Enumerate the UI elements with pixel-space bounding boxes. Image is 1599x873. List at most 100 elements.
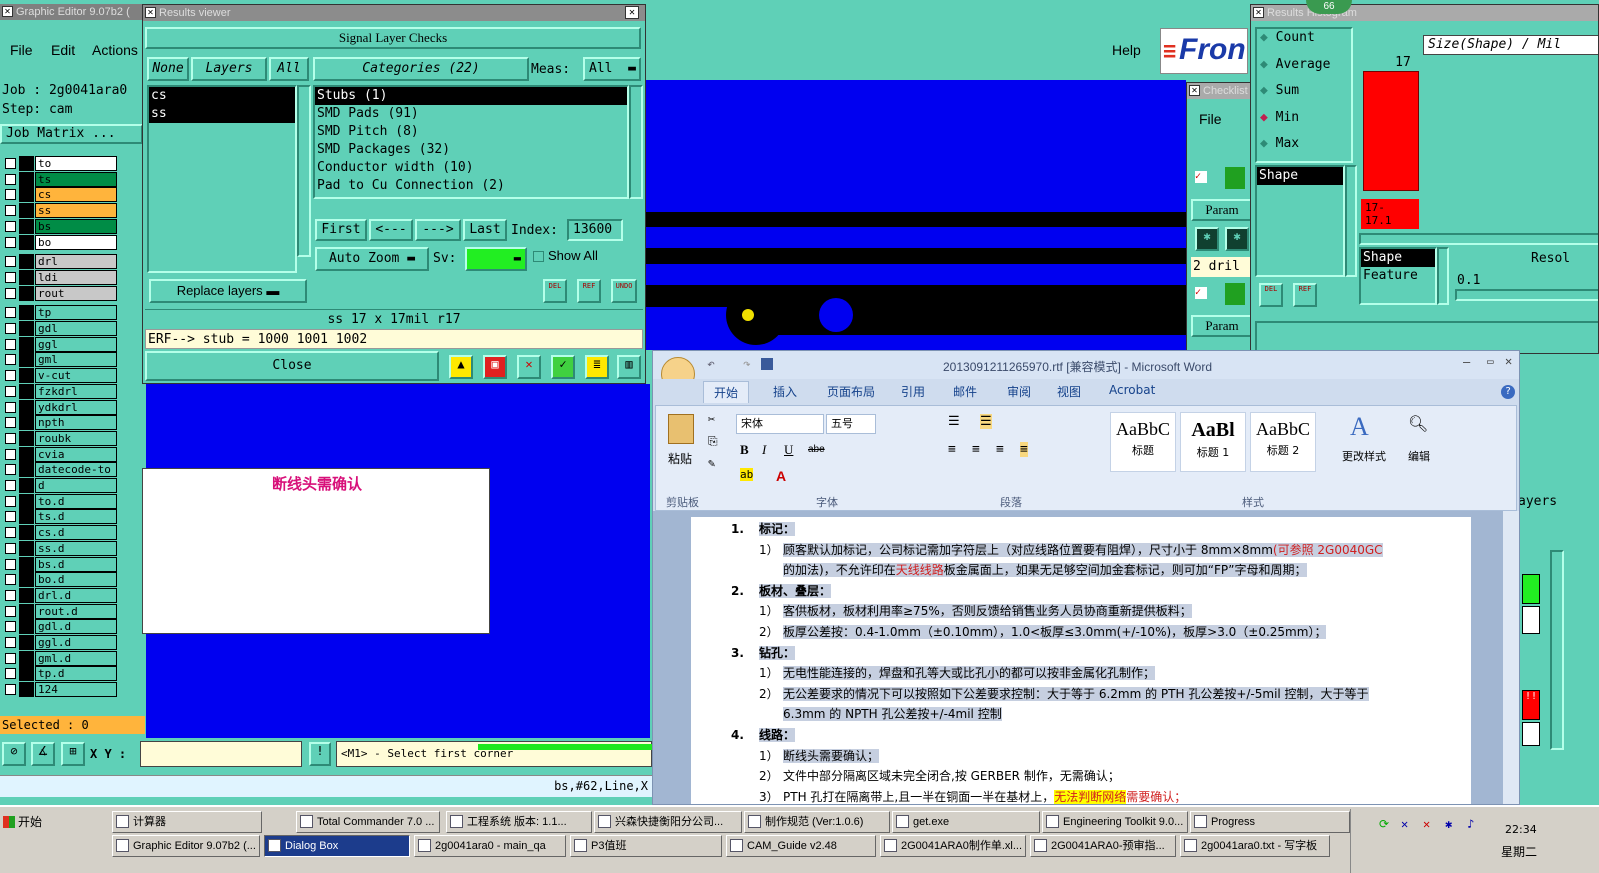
layer-row[interactable]: ldi bbox=[2, 269, 117, 285]
font-color-icon[interactable]: A bbox=[776, 468, 786, 484]
sv-color-dropdown[interactable]: ▬ bbox=[465, 247, 527, 271]
change-styles-icon[interactable]: A bbox=[1350, 412, 1369, 442]
layer-list-scrollbar[interactable] bbox=[297, 85, 311, 257]
layer-row[interactable]: tp bbox=[2, 305, 117, 321]
layer-row[interactable]: cs bbox=[2, 187, 117, 203]
prompt-icon[interactable]: ! bbox=[309, 742, 331, 766]
justify-icon[interactable]: ≡ bbox=[1020, 442, 1028, 457]
taskbar-button[interactable]: 2G0041ARA0-预审指... bbox=[1030, 835, 1176, 857]
layer-name[interactable]: ggl.d bbox=[35, 635, 117, 650]
layer-name[interactable]: gml.d bbox=[35, 650, 117, 666]
align-center-icon[interactable]: ≡ bbox=[972, 442, 980, 457]
layer-name[interactable]: ts.d bbox=[35, 509, 117, 525]
ribbon-tab[interactable]: Acrobat bbox=[1099, 381, 1165, 399]
check-icon[interactable]: ✓ bbox=[1195, 287, 1207, 299]
word-titlebar[interactable]: ↶ ↷ 2013091211265970.rtf [兼容模式] - Micros… bbox=[653, 351, 1519, 391]
redo-icon[interactable]: ↷ bbox=[743, 357, 751, 372]
action-icon[interactable]: ✱ bbox=[1195, 227, 1219, 251]
layer-name[interactable]: drl.d bbox=[35, 587, 117, 603]
category-item[interactable]: Stubs (1) bbox=[315, 87, 627, 105]
layer-name[interactable]: roubk bbox=[35, 430, 117, 446]
layer-row[interactable]: ydkdrl bbox=[2, 399, 117, 415]
layer-row[interactable]: tp.d bbox=[2, 666, 117, 682]
layer-checkbox[interactable] bbox=[5, 464, 16, 476]
layer-name[interactable]: 124 bbox=[35, 682, 117, 698]
menu-edit[interactable]: Edit bbox=[51, 42, 75, 58]
maximize-icon[interactable]: ▭ bbox=[1487, 355, 1494, 368]
ribbon-tab[interactable]: 插入 bbox=[763, 381, 807, 402]
layer-row[interactable]: drl.d bbox=[2, 587, 117, 603]
tool3-icon[interactable]: ✕ bbox=[517, 355, 541, 379]
plot-hscroll[interactable] bbox=[1359, 233, 1598, 245]
layer-checkbox[interactable] bbox=[5, 574, 16, 586]
layer-result-item[interactable]: cs bbox=[149, 87, 295, 105]
layer-name[interactable]: bs bbox=[35, 218, 117, 234]
categories-scrollbar[interactable] bbox=[629, 85, 643, 199]
ribbon-tab[interactable]: 页面布局 bbox=[817, 381, 885, 402]
layer-name[interactable]: to.d bbox=[35, 493, 117, 509]
layer-name[interactable]: ts bbox=[35, 171, 117, 187]
xy-input[interactable] bbox=[140, 741, 302, 767]
hist-del-button[interactable]: DEL bbox=[1259, 283, 1283, 307]
layer-row[interactable]: to.d bbox=[2, 493, 117, 509]
layer-result-list[interactable]: cs ss bbox=[147, 85, 297, 273]
layer-checkbox[interactable] bbox=[5, 205, 16, 217]
doc-heading[interactable]: 4. 线路： bbox=[731, 725, 1471, 745]
taskbar-button[interactable]: 2g0041ara0 - main_qa bbox=[414, 835, 566, 857]
layer-checkbox[interactable] bbox=[5, 558, 16, 570]
tray-icon[interactable]: ⟳ bbox=[1379, 817, 1389, 831]
taskbar-button[interactable]: 2g0041ara0.txt - 写字板 bbox=[1180, 835, 1330, 857]
next-button[interactable]: ---> bbox=[415, 219, 461, 241]
style-item[interactable]: AaBl 标题 1 bbox=[1180, 412, 1246, 472]
run-icon[interactable] bbox=[1225, 167, 1245, 189]
copy-icon[interactable]: ⎘ bbox=[708, 434, 718, 449]
layer-name[interactable]: cs.d bbox=[35, 525, 117, 541]
doc-line[interactable]: 1） 顾客默认加标记，公司标记需加字符层上（对应线路位置要有阻焊），尺寸小于 8m… bbox=[731, 540, 1471, 560]
feature-scroll[interactable] bbox=[1437, 247, 1449, 305]
tool-measure-icon[interactable]: ∡ bbox=[31, 742, 55, 766]
layer-checkbox[interactable] bbox=[5, 684, 16, 696]
layer-row[interactable]: cvia bbox=[2, 446, 117, 462]
layer-checkbox[interactable] bbox=[5, 432, 16, 444]
start-button[interactable]: 开始 bbox=[0, 811, 60, 833]
tab-layers[interactable]: Layers bbox=[191, 57, 267, 81]
ribbon-tab[interactable]: 引用 bbox=[891, 381, 935, 402]
layer-checkbox[interactable] bbox=[5, 448, 16, 460]
category-item[interactable]: SMD Packages (32) bbox=[315, 141, 627, 159]
categories-list[interactable]: Stubs (1) SMD Pads (91) SMD Pitch (8) SMD P… bbox=[313, 85, 629, 199]
doc-line[interactable]: 6.3mm 的 NPTH 孔公差按+/-4mil 控制 bbox=[731, 704, 1471, 724]
last-button[interactable]: Last bbox=[463, 219, 507, 241]
tab-all[interactable]: All bbox=[269, 57, 309, 81]
category-item[interactable]: SMD Pitch (8) bbox=[315, 123, 627, 141]
layer-checkbox[interactable] bbox=[5, 236, 16, 248]
drawing-canvas-right[interactable] bbox=[646, 80, 1186, 350]
replace-layers-dropdown[interactable]: Replace layers ▬ bbox=[149, 279, 307, 303]
layer-name[interactable]: ggl bbox=[35, 336, 117, 352]
layer-name[interactable]: bs.d bbox=[35, 556, 117, 572]
prev-button[interactable]: <--- bbox=[369, 219, 413, 241]
layer-checkbox[interactable] bbox=[5, 307, 16, 319]
stat-option[interactable]: ◆ Max bbox=[1260, 136, 1299, 151]
layer-checkbox[interactable] bbox=[5, 652, 16, 664]
shape-list-scrollbar[interactable] bbox=[1345, 165, 1357, 277]
layer-row[interactable]: ggl bbox=[2, 336, 117, 352]
histogram-titlebar[interactable]: ✕ Results Histogram bbox=[1251, 5, 1598, 21]
layer-name[interactable]: bo.d bbox=[35, 572, 117, 588]
index-input[interactable]: 13600 bbox=[567, 219, 623, 241]
auto-zoom-dropdown[interactable]: Auto Zoom ▬ bbox=[315, 247, 429, 271]
layer-checkbox[interactable] bbox=[5, 271, 16, 283]
layer-checkbox[interactable] bbox=[5, 668, 16, 680]
checklist-menu-file[interactable]: File bbox=[1199, 111, 1222, 127]
layer-row[interactable]: cs.d bbox=[2, 525, 117, 541]
clock[interactable]: 22:34 bbox=[1505, 823, 1537, 836]
tray-icon[interactable]: ♪ bbox=[1467, 817, 1474, 831]
layer-name[interactable]: fzkdrl bbox=[35, 383, 117, 399]
layer-name[interactable]: cs bbox=[35, 187, 117, 203]
layer-name[interactable]: rout.d bbox=[35, 603, 117, 619]
taskbar-button[interactable]: Total Commander 7.0 ... bbox=[296, 811, 440, 833]
ge-titlebar[interactable]: ✕ Graphic Editor 9.07b2 ( bbox=[0, 4, 145, 20]
save-icon[interactable] bbox=[761, 358, 773, 370]
menu-file[interactable]: File bbox=[10, 42, 33, 58]
change-styles-label[interactable]: 更改样式 bbox=[1342, 448, 1386, 464]
category-item[interactable]: Pad to Cu Connection (2) bbox=[315, 177, 627, 195]
